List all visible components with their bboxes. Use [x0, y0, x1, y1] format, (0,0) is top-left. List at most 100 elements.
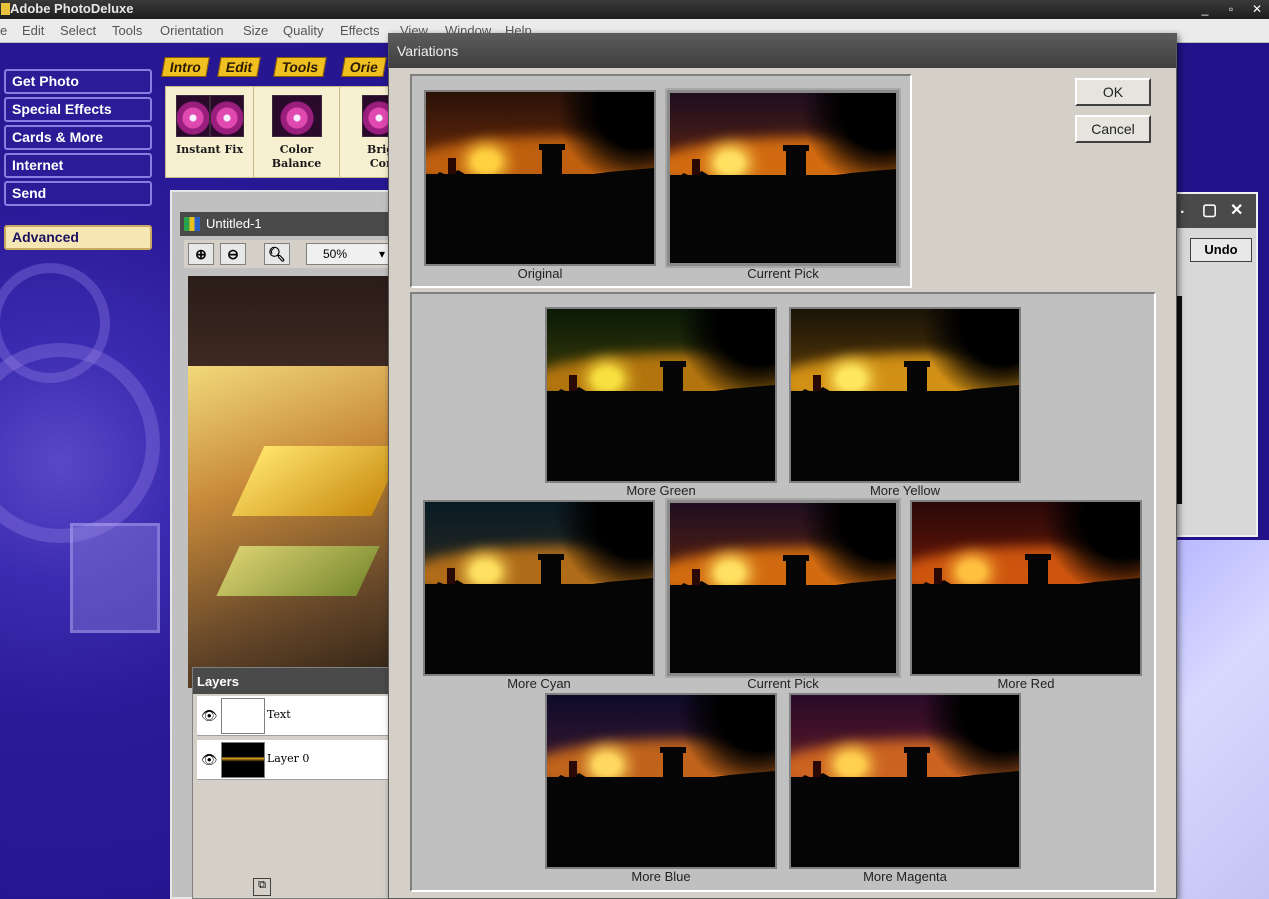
close-icon[interactable]: ✕ — [1230, 200, 1243, 220]
chimney-cap — [783, 555, 809, 561]
variation-thumbnail[interactable] — [789, 307, 1021, 483]
tree-silhouette — [667, 309, 775, 389]
menu-orientation[interactable]: Orientation — [160, 23, 224, 38]
comparison-panel: Original Current Pick — [410, 74, 912, 288]
ok-button[interactable]: OK — [1075, 78, 1151, 106]
decorative-photo-tile — [70, 523, 160, 633]
nav-special-effects-button[interactable]: Special Effects — [4, 97, 152, 122]
document-titlebar[interactable]: Untitled-1 — [180, 212, 402, 236]
variation-more-yellow[interactable]: More Yellow — [789, 307, 1023, 507]
variation-caption: More Red — [997, 676, 1055, 691]
new-layer-icon[interactable]: ⧉ — [253, 878, 271, 896]
variation-caption: Current Pick — [747, 676, 819, 691]
variation-thumbnail[interactable] — [789, 693, 1021, 869]
variation-more-cyan[interactable]: More Cyan — [423, 500, 657, 700]
sunset-scene — [791, 695, 1019, 867]
variation-more-magenta[interactable]: More Magenta — [789, 693, 1023, 893]
nav-advanced-button[interactable]: Advanced — [4, 225, 152, 250]
variation-thumbnail[interactable] — [667, 500, 899, 676]
undo-button[interactable]: Undo — [1190, 238, 1252, 262]
menu-size[interactable]: Size — [243, 23, 268, 38]
color-balance-button[interactable]: Color Balance — [254, 87, 340, 177]
chimney-cap — [539, 144, 565, 150]
sun-glow — [592, 753, 622, 777]
sunset-scene — [670, 503, 896, 673]
chimney-cap — [660, 747, 686, 753]
variation-thumbnail[interactable] — [423, 500, 655, 676]
variation-thumbnail[interactable] — [910, 500, 1142, 676]
cancel-button[interactable]: Cancel — [1075, 115, 1151, 143]
nav-get-photo-button[interactable]: Get Photo — [4, 69, 152, 94]
tool-label: Color — [279, 143, 314, 156]
tree-silhouette — [790, 93, 896, 173]
variations-panel: More Green More Yellow More Cyan Current… — [410, 292, 1156, 892]
layers-title: Layers — [193, 668, 401, 694]
zoom-in-icon[interactable]: ⊕ — [188, 243, 214, 265]
chevron-down-icon: ▾ — [378, 247, 385, 261]
menu-effects[interactable]: Effects — [340, 23, 380, 38]
close-icon[interactable]: ✕ — [1248, 1, 1266, 17]
layer-thumbnail — [221, 742, 265, 778]
zoom-select[interactable]: 50% ▾ — [306, 243, 390, 265]
variation-more-blue[interactable]: More Blue — [545, 693, 779, 893]
nav-send-button[interactable]: Send — [4, 181, 152, 206]
tab-tools[interactable]: Tools — [273, 57, 328, 77]
tree-silhouette — [911, 695, 1019, 775]
background-window: . ▢ ✕ Undo — [1172, 192, 1258, 537]
tree-silhouette — [911, 309, 1019, 389]
sun-glow — [471, 150, 501, 174]
magnifier-icon[interactable]: 🔍︎ — [264, 243, 290, 265]
variation-caption: More Cyan — [507, 676, 571, 691]
eye-icon[interactable]: 👁︎ — [201, 708, 218, 724]
ground-silhouette — [791, 391, 1019, 481]
tool-label: Balance — [271, 157, 322, 170]
variation-current-pick[interactable]: Current Pick — [667, 500, 901, 700]
menu-tools[interactable]: Tools — [112, 23, 142, 38]
chimney-cap — [904, 361, 930, 367]
restore-icon[interactable]: ▫ — [1222, 1, 1240, 17]
menu-file[interactable]: e — [0, 23, 7, 38]
variation-more-green[interactable]: More Green — [545, 307, 779, 507]
minimize-icon[interactable]: _ — [1196, 1, 1214, 17]
variation-thumbnail[interactable] — [545, 307, 777, 483]
tab-edit[interactable]: Edit — [217, 57, 262, 77]
menu-quality[interactable]: Quality — [283, 23, 323, 38]
ground-silhouette — [791, 777, 1019, 867]
variation-thumbnail[interactable] — [545, 693, 777, 869]
chimney-cap — [660, 361, 686, 367]
document-canvas[interactable] — [188, 276, 406, 688]
tree-silhouette — [667, 695, 775, 775]
layer-thumbnail — [221, 698, 265, 734]
zoom-out-icon[interactable]: ⊖ — [220, 243, 246, 265]
menu-select[interactable]: Select — [60, 23, 96, 38]
nav-internet-button[interactable]: Internet — [4, 153, 152, 178]
instant-fix-button[interactable]: Instant Fix — [166, 87, 254, 177]
sun-glow — [715, 561, 745, 585]
eye-icon[interactable]: 👁︎ — [201, 752, 218, 768]
menu-edit[interactable]: Edit — [22, 23, 44, 38]
ground-silhouette — [426, 174, 654, 264]
chimney-cap — [538, 554, 564, 560]
ground-silhouette — [670, 175, 896, 263]
minimize-icon[interactable]: . — [1180, 200, 1184, 218]
tab-intro[interactable]: Intro — [161, 57, 210, 77]
ground-silhouette — [425, 584, 653, 674]
maximize-icon[interactable]: ▢ — [1202, 200, 1217, 220]
layer-row[interactable]: 👁︎ Text — [197, 696, 403, 736]
tab-orientation[interactable]: Orie — [341, 57, 387, 77]
layer-row[interactable]: 👁︎ Layer 0 — [197, 740, 403, 780]
tree-silhouette — [790, 503, 896, 583]
photo-house — [188, 366, 406, 688]
sun-glow — [836, 367, 866, 391]
nav-cards-more-button[interactable]: Cards & More — [4, 125, 152, 150]
tree-silhouette — [545, 502, 653, 582]
background-window-titlebar: . ▢ ✕ — [1174, 194, 1256, 228]
variation-caption: More Blue — [631, 869, 691, 884]
sun-glow — [836, 753, 866, 777]
app-title: Adobe PhotoDeluxe — [10, 1, 134, 16]
sunset-scene — [670, 93, 896, 263]
variation-more-red[interactable]: More Red — [910, 500, 1144, 700]
flower-thumbnail — [272, 95, 322, 137]
sun-glow — [592, 367, 622, 391]
photo-window — [216, 546, 380, 596]
